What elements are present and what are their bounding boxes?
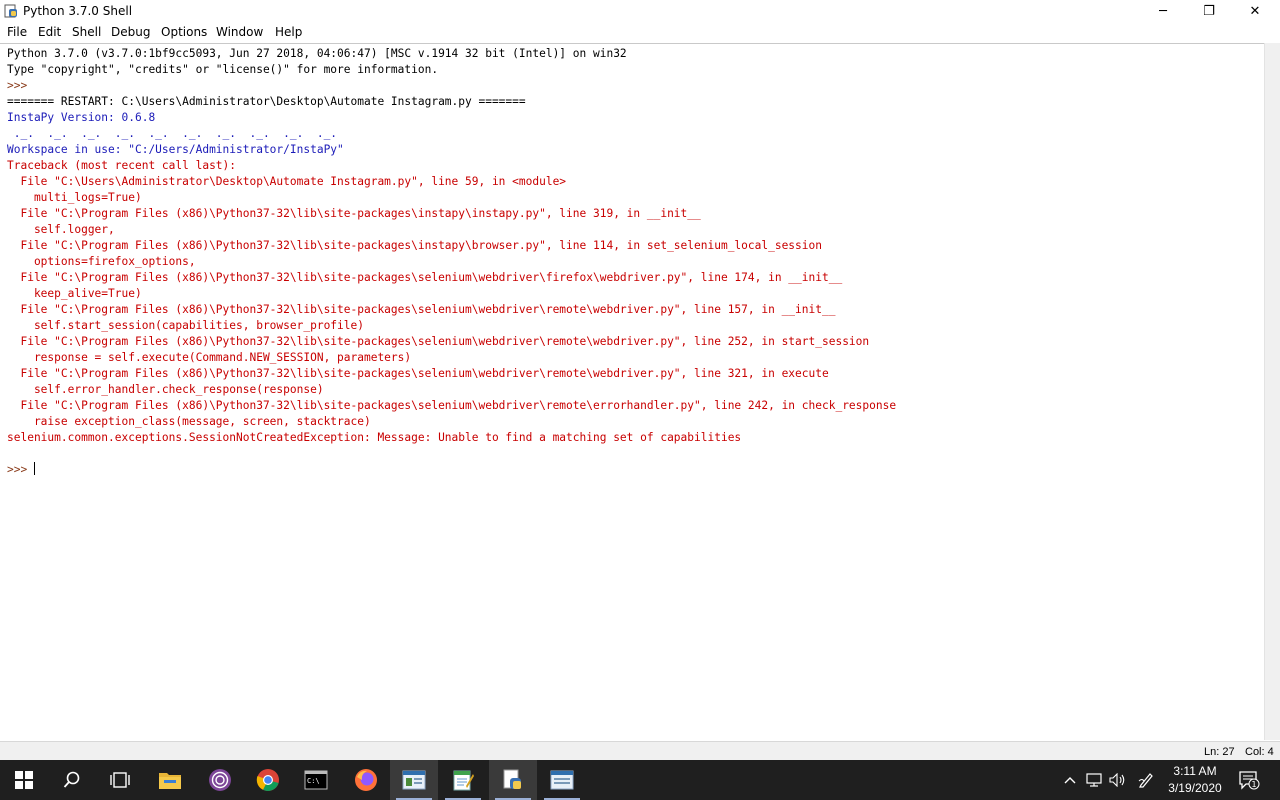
network-icon — [1086, 773, 1102, 787]
status-column-number: Col: 4 — [1245, 746, 1274, 758]
shell-output-line: keep_alive=True) — [7, 287, 142, 300]
shell-output-line: response = self.execute(Command.NEW_SESS… — [7, 351, 412, 364]
network-button[interactable] — [1084, 760, 1104, 800]
shell-output-line: File "C:\Program Files (x86)\Python37-32… — [7, 239, 822, 252]
shell-output-line: InstaPy Version: 0.6.8 — [7, 111, 156, 124]
shell-output-line: options=firefox_options, — [7, 255, 196, 268]
shell-output-line: Type "copyright", "credits" or "license(… — [7, 63, 439, 76]
text-cursor — [33, 462, 35, 475]
shell-output-line: File "C:\Users\Administrator\Desktop\Aut… — [7, 175, 567, 188]
chrome-button[interactable] — [244, 760, 292, 800]
shell-output-line: File "C:\Program Files (x86)\Python37-32… — [7, 303, 836, 316]
menu-edit[interactable]: Edit — [38, 25, 61, 39]
command-prompt-button[interactable]: C:\ — [292, 760, 340, 800]
volume-button[interactable] — [1108, 760, 1128, 800]
menu-help[interactable]: Help — [275, 25, 302, 39]
shell-output-line: ._. ._. ._. ._. ._. ._. ._. ._. ._. ._. — [7, 127, 338, 140]
menu-debug[interactable]: Debug — [111, 25, 150, 39]
another-window-button[interactable] — [538, 760, 586, 800]
menu-bar: File Edit Shell Debug Options Window Hel… — [0, 22, 1280, 42]
pen-workspace-button[interactable] — [1136, 760, 1156, 800]
close-icon: ✕ — [1249, 3, 1261, 19]
file-explorer-button[interactable] — [146, 760, 194, 800]
notepad-button[interactable] — [439, 760, 487, 800]
menu-file[interactable]: File — [7, 25, 27, 39]
svg-text:C:\: C:\ — [307, 777, 320, 785]
shell-output-line: File "C:\Program Files (x86)\Python37-32… — [7, 207, 701, 220]
notification-icon: 1 — [1239, 771, 1260, 790]
pen-icon — [1138, 773, 1153, 788]
windows-logo-icon — [15, 771, 33, 789]
folder-icon — [159, 773, 181, 789]
window-title: Python 3.7.0 Shell — [23, 4, 133, 18]
chevron-up-icon — [1064, 777, 1076, 784]
start-button[interactable] — [0, 760, 48, 800]
shell-output-line: selenium.common.exceptions.SessionNotCre… — [7, 431, 742, 444]
shell-output-line: Python 3.7.0 (v3.7.0:1bf9cc5093, Jun 27 … — [7, 47, 627, 60]
shell-text-area[interactable]: Python 3.7.0 (v3.7.0:1bf9cc5093, Jun 27 … — [0, 43, 1264, 741]
notepad-icon — [453, 770, 474, 791]
task-view-icon — [110, 772, 130, 788]
python-idle-button[interactable] — [489, 760, 537, 800]
shell-output-line: File "C:\Program Files (x86)\Python37-32… — [7, 367, 829, 380]
vertical-scrollbar[interactable] — [1264, 43, 1280, 740]
clock-time: 3:11 AM — [1173, 764, 1217, 778]
python-app-icon — [4, 4, 17, 18]
terminal-icon: C:\ — [304, 770, 328, 790]
clock-date: 3/19/2020 — [1168, 781, 1222, 795]
shell-prompt: >>> — [7, 462, 35, 476]
shell-output-line: Traceback (most recent call last): — [7, 159, 237, 172]
firefox-icon — [355, 769, 377, 791]
restore-icon: ❐ — [1203, 3, 1215, 19]
shell-output-line: multi_logs=True) — [7, 191, 142, 204]
minimize-button[interactable]: ─ — [1140, 0, 1186, 22]
restore-button[interactable]: ❐ — [1186, 0, 1232, 22]
speaker-icon — [1109, 773, 1125, 787]
shell-output-line: self.start_session(capabilities, browser… — [7, 319, 364, 332]
status-line-number: Ln: 27 — [1204, 746, 1235, 758]
shell-output-line: File "C:\Program Files (x86)\Python37-32… — [7, 271, 843, 284]
window-icon — [550, 770, 574, 790]
close-button[interactable]: ✕ — [1232, 0, 1278, 22]
shell-prompt: >>> — [7, 79, 34, 92]
shell-output-line: self.logger, — [7, 223, 115, 236]
remote-window-button[interactable] — [390, 760, 438, 800]
clock[interactable]: 3:11 AM 3/19/2020 — [1160, 760, 1230, 800]
shell-output-line: ======= RESTART: C:\Users\Administrator\… — [7, 95, 526, 108]
windows-taskbar: C:\ 3:11 AM 3/19/2020 1 — [0, 760, 1280, 800]
shell-output-line: Workspace in use: "C:/Users/Administrato… — [7, 143, 344, 156]
chrome-icon — [256, 769, 279, 791]
menu-shell[interactable]: Shell — [72, 25, 101, 39]
task-view-button[interactable] — [96, 760, 144, 800]
shell-output-line: self.error_handler.check_response(respon… — [7, 383, 324, 396]
tor-icon — [209, 769, 231, 791]
search-icon — [63, 771, 80, 788]
shell-output-line: File "C:\Program Files (x86)\Python37-32… — [7, 335, 870, 348]
window-titlebar[interactable]: Python 3.7.0 Shell ─ ❐ ✕ — [0, 0, 1280, 22]
python-file-icon — [503, 769, 521, 789]
window-icon — [402, 770, 426, 790]
firefox-button[interactable] — [342, 760, 390, 800]
status-bar: Ln: 27 Col: 4 — [0, 741, 1280, 762]
menu-options[interactable]: Options — [161, 25, 207, 39]
minimize-icon: ─ — [1159, 3, 1167, 19]
search-button[interactable] — [48, 760, 96, 800]
menu-window[interactable]: Window — [216, 25, 263, 39]
show-hidden-icons-button[interactable] — [1062, 760, 1078, 800]
tor-app-button[interactable] — [196, 760, 244, 800]
shell-output-line: File "C:\Program Files (x86)\Python37-32… — [7, 399, 897, 412]
shell-output-line: raise exception_class(message, screen, s… — [7, 415, 371, 428]
notification-count: 1 — [1251, 780, 1256, 789]
action-center-button[interactable]: 1 — [1234, 760, 1264, 800]
